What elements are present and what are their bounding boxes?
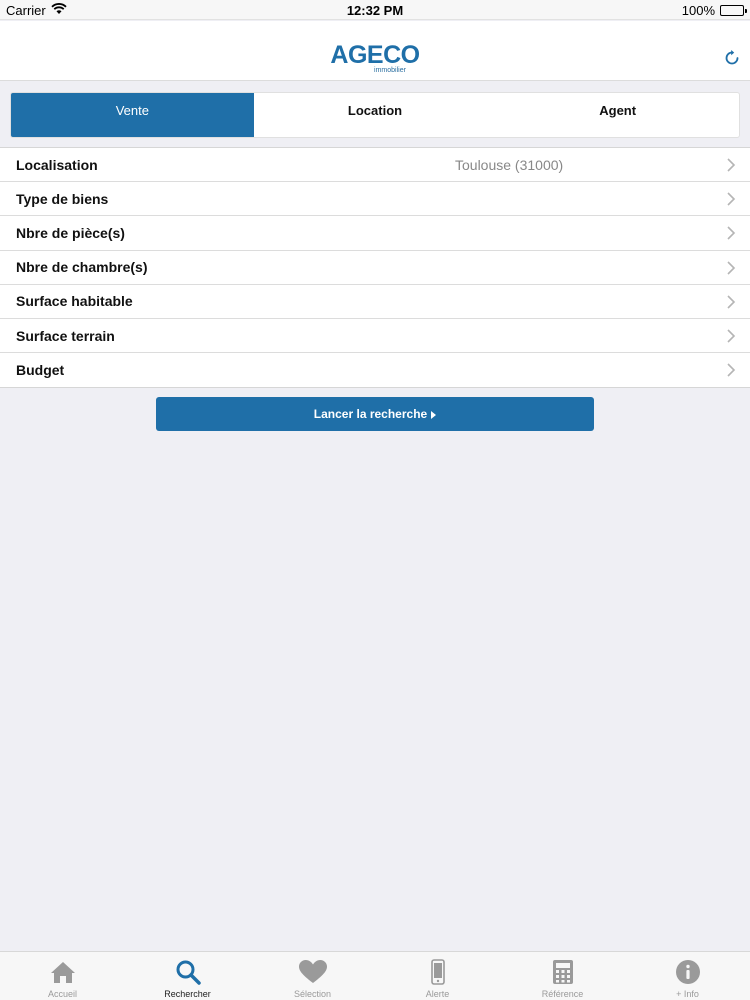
tab-accueil[interactable]: Accueil	[0, 952, 125, 1000]
criteria-row-surface-terrain[interactable]: Surface terrain	[0, 319, 750, 354]
phone-icon	[424, 958, 452, 986]
refresh-button[interactable]	[722, 49, 742, 72]
tab-bar: Accueil Rechercher Sélection Alerte Réfé…	[0, 951, 750, 1000]
chevron-right-icon	[727, 363, 736, 377]
tab-label: Accueil	[47, 989, 77, 999]
criteria-row-surface-habitable[interactable]: Surface habitable	[0, 285, 750, 319]
chevron-right-icon	[727, 295, 736, 309]
launch-search-label: Lancer la recherche	[313, 407, 428, 421]
launch-search-button[interactable]: Lancer la recherche	[156, 397, 594, 431]
battery-percent: 100%	[681, 3, 715, 18]
chevron-right-icon	[727, 260, 736, 275]
chevron-right-icon	[727, 192, 736, 206]
chevron-right-icon	[727, 158, 736, 172]
criteria-list: Localisation Toulouse (31000) Type de bi…	[0, 147, 750, 389]
tab-label: Alerte	[425, 989, 450, 999]
criteria-row-budget[interactable]: Budget	[0, 353, 750, 387]
criteria-label: Type de biens	[16, 190, 109, 207]
status-bar: Carrier 12:32 PM 100%	[0, 0, 750, 20]
tab-label: Référence	[541, 989, 584, 999]
logo-sub: immobilier	[374, 67, 406, 74]
criteria-label: Localisation	[16, 156, 98, 173]
tab-rechercher[interactable]: Rechercher	[125, 952, 250, 1000]
search-mode-segmented-control: Vente Location Agent	[10, 92, 740, 138]
tab-label: Sélection	[293, 989, 332, 999]
criteria-label: Nbre de chambre(s)	[16, 259, 148, 276]
logo-main: AGECO	[330, 41, 420, 69]
status-right: 100%	[681, 3, 747, 18]
battery-icon	[720, 5, 747, 16]
calculator-icon	[549, 958, 577, 986]
play-icon	[431, 410, 437, 419]
tab-reference[interactable]: Référence	[500, 952, 625, 1000]
tab-label: Rechercher	[164, 989, 211, 999]
info-icon	[674, 958, 702, 986]
chevron-right-icon	[727, 329, 736, 343]
home-icon	[49, 958, 77, 986]
segment-location[interactable]: Location	[254, 93, 497, 137]
tab-selection[interactable]: Sélection	[250, 952, 375, 1000]
refresh-icon	[723, 49, 741, 72]
segment-vente[interactable]: Vente	[11, 93, 254, 137]
criteria-row-nbre-pieces[interactable]: Nbre de pièce(s)	[0, 216, 750, 251]
criteria-value: Toulouse (31000)	[455, 156, 564, 173]
tab-info[interactable]: + Info	[625, 952, 750, 1000]
app-header: AGECO immobilier	[0, 21, 750, 81]
heart-icon	[298, 958, 327, 986]
logo: AGECO immobilier	[0, 41, 750, 75]
criteria-label: Budget	[16, 362, 65, 379]
tab-alerte[interactable]: Alerte	[375, 952, 500, 1000]
criteria-row-nbre-chambres[interactable]: Nbre de chambre(s)	[0, 251, 750, 285]
criteria-row-type-de-biens[interactable]: Type de biens	[0, 182, 750, 217]
chevron-right-icon	[727, 226, 736, 240]
criteria-row-localisation[interactable]: Localisation Toulouse (31000)	[0, 148, 750, 183]
criteria-label: Nbre de pièce(s)	[16, 224, 125, 241]
segment-agent[interactable]: Agent	[496, 93, 739, 137]
tab-label: + Info	[676, 989, 699, 999]
criteria-label: Surface habitable	[16, 293, 133, 310]
status-time: 12:32 PM	[346, 3, 404, 18]
search-icon	[174, 958, 202, 986]
criteria-label: Surface terrain	[16, 327, 115, 344]
